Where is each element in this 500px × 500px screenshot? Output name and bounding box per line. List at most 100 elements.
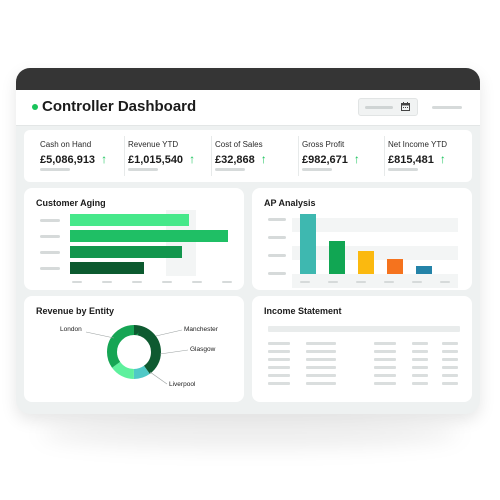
up-arrow-icon: ↑ xyxy=(101,152,108,166)
up-arrow-icon: ↑ xyxy=(353,152,360,166)
aging-bar xyxy=(70,262,144,274)
row-label-placeholder xyxy=(40,267,60,270)
table-cell-placeholder xyxy=(412,350,428,353)
kpi-value-wrap: £32,868 ↑ xyxy=(215,152,267,166)
table-cell-placeholder xyxy=(442,382,458,385)
kpi-value: £1,015,540 xyxy=(128,154,184,166)
table-cell-placeholder xyxy=(374,382,396,385)
kpi-value: £5,086,913 xyxy=(40,154,96,166)
table-cell-placeholder xyxy=(412,374,428,377)
aging-bar xyxy=(70,214,189,226)
table-cell-placeholder xyxy=(442,342,458,345)
kpi-sub-placeholder xyxy=(215,168,245,171)
up-arrow-icon: ↑ xyxy=(189,152,196,166)
table-cell-placeholder xyxy=(412,366,428,369)
y-axis-label-placeholder xyxy=(268,218,286,221)
header-menu-placeholder[interactable] xyxy=(432,106,462,109)
table-cell-placeholder xyxy=(442,358,458,361)
date-picker-placeholder xyxy=(365,106,393,109)
row-label-placeholder xyxy=(40,219,60,222)
table-cell-placeholder xyxy=(268,342,290,345)
kpi-net-income-ytd[interactable]: Net Income YTD £815,481 ↑ xyxy=(388,130,472,182)
calendar-icon[interactable] xyxy=(401,102,410,114)
table-cell-placeholder xyxy=(374,358,396,361)
axis-tick-placeholder xyxy=(72,281,82,283)
y-axis-label-placeholder xyxy=(268,254,286,257)
y-axis-label-placeholder xyxy=(268,272,286,275)
income-statement-panel[interactable]: Income Statement xyxy=(252,296,472,402)
kpi-label: Cost of Sales xyxy=(215,140,263,149)
donut-label-glasgow: Glasgow xyxy=(190,346,216,353)
ap-bar xyxy=(387,259,403,274)
up-arrow-icon: ↑ xyxy=(439,152,446,166)
donut-leader-line xyxy=(159,349,189,355)
aging-bar xyxy=(70,230,229,242)
table-cell-placeholder xyxy=(374,350,396,353)
kpi-value: £982,671 xyxy=(302,154,348,166)
grid-band xyxy=(292,218,458,232)
table-header-line xyxy=(268,326,460,332)
table-cell-placeholder xyxy=(442,350,458,353)
kpi-row: Cash on Hand £5,086,913 ↑ Revenue YTD £1,… xyxy=(24,130,472,182)
donut-label-london: London xyxy=(60,326,82,333)
income-statement-table xyxy=(252,296,472,402)
table-cell-placeholder xyxy=(374,342,396,345)
kpi-value-wrap: £815,481 ↑ xyxy=(388,152,446,166)
kpi-value-wrap: £982,671 ↑ xyxy=(302,152,360,166)
kpi-sub-placeholder xyxy=(40,168,70,171)
date-picker[interactable] xyxy=(358,98,418,116)
row-label-placeholder xyxy=(40,251,60,254)
kpi-cash-on-hand[interactable]: Cash on Hand £5,086,913 ↑ xyxy=(40,130,126,182)
donut-label-manchester: Manchester xyxy=(184,326,218,333)
customer-aging-chart xyxy=(24,188,244,290)
kpi-sub-placeholder xyxy=(302,168,332,171)
grid-band xyxy=(292,274,458,288)
ap-bar xyxy=(416,266,432,274)
row-label-placeholder xyxy=(40,235,60,238)
table-cell-placeholder xyxy=(306,358,336,361)
table-cell-placeholder xyxy=(412,358,428,361)
kpi-divider xyxy=(384,136,385,176)
axis-tick-placeholder xyxy=(162,281,172,283)
revenue-by-entity-panel[interactable]: Revenue by Entity London Manchester Glas… xyxy=(24,296,244,402)
kpi-label: Net Income YTD xyxy=(388,140,447,149)
kpi-gross-profit[interactable]: Gross Profit £982,671 ↑ xyxy=(302,130,388,182)
axis-tick-placeholder xyxy=(300,281,310,283)
table-cell-placeholder xyxy=(374,374,396,377)
table-cell-placeholder xyxy=(306,366,336,369)
table-cell-placeholder xyxy=(268,358,290,361)
table-cell-placeholder xyxy=(306,382,336,385)
status-dot-icon xyxy=(32,104,38,110)
ap-bar xyxy=(300,214,316,274)
kpi-revenue-ytd[interactable]: Revenue YTD £1,015,540 ↑ xyxy=(128,130,214,182)
customer-aging-panel[interactable]: Customer Aging xyxy=(24,188,244,290)
donut-leader-line xyxy=(155,329,183,337)
kpi-sub-placeholder xyxy=(128,168,158,171)
table-cell-placeholder xyxy=(306,350,336,353)
ap-analysis-panel[interactable]: AP Analysis xyxy=(252,188,472,290)
up-arrow-icon: ↑ xyxy=(260,152,267,166)
donut-label-liverpool: Liverpool xyxy=(169,381,196,388)
kpi-value: £815,481 xyxy=(388,154,434,166)
donut-leader-line xyxy=(85,331,115,339)
page-title: Controller Dashboard xyxy=(42,98,197,115)
table-cell-placeholder xyxy=(268,374,290,377)
axis-tick-placeholder xyxy=(192,281,202,283)
axis-tick-placeholder xyxy=(328,281,338,283)
table-cell-placeholder xyxy=(412,382,428,385)
kpi-label: Gross Profit xyxy=(302,140,345,149)
kpi-value-wrap: £5,086,913 ↑ xyxy=(40,152,107,166)
kpi-sub-placeholder xyxy=(388,168,418,171)
axis-tick-placeholder xyxy=(356,281,366,283)
kpi-label: Revenue YTD xyxy=(128,140,179,149)
y-axis-label-placeholder xyxy=(268,236,286,239)
table-cell-placeholder xyxy=(306,374,336,377)
axis-tick-placeholder xyxy=(132,281,142,283)
ap-bar xyxy=(329,241,345,274)
kpi-cost-of-sales[interactable]: Cost of Sales £32,868 ↑ xyxy=(215,130,301,182)
donut-leader-line xyxy=(149,371,168,385)
table-cell-placeholder xyxy=(268,366,290,369)
axis-tick-placeholder xyxy=(440,281,450,283)
kpi-divider xyxy=(298,136,299,176)
dashboard-window: Controller Dashboard Cash on Hand £5,086… xyxy=(16,68,480,414)
